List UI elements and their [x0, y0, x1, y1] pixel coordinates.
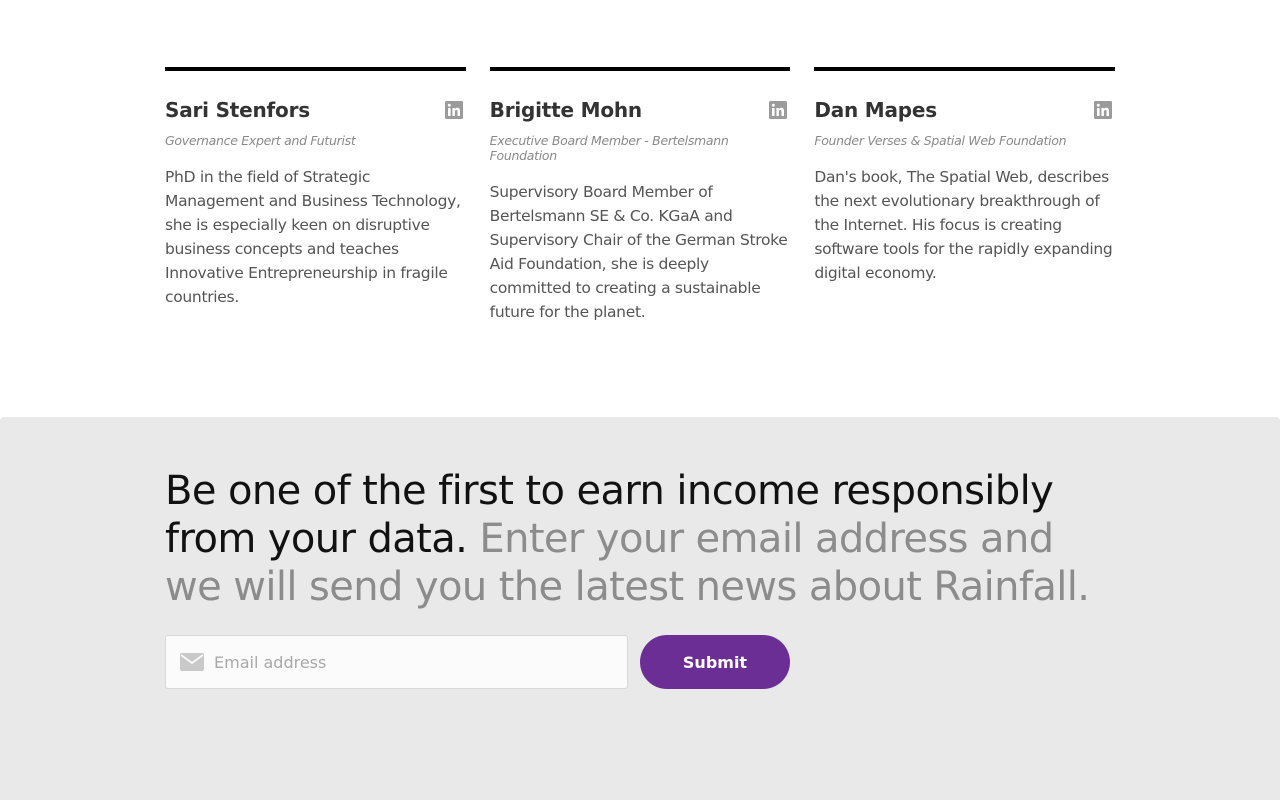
- member-header: Sari Stenfors: [165, 98, 466, 122]
- member-role: Governance Expert and Futurist: [165, 133, 356, 148]
- member-name: Dan Mapes: [814, 98, 937, 122]
- newsletter-signup-section: Be one of the first to earn income respo…: [0, 417, 1280, 800]
- submit-button[interactable]: Submit: [640, 635, 790, 689]
- member-header: Dan Mapes: [814, 98, 1115, 122]
- member-bio: PhD in the field of Strategic Management…: [165, 168, 461, 306]
- team-section: Sari Stenfors Governance Expert and Futu…: [0, 0, 1280, 417]
- linkedin-icon[interactable]: [1093, 101, 1112, 119]
- linkedin-icon[interactable]: [444, 101, 463, 119]
- envelope-icon: [180, 653, 204, 671]
- email-input-wrapper: [165, 635, 628, 689]
- email-field[interactable]: [214, 636, 614, 688]
- member-name: Brigitte Mohn: [489, 98, 643, 122]
- member-name: Sari Stenfors: [165, 98, 310, 122]
- member-bio: Supervisory Board Member of Bertelsmann …: [489, 183, 788, 321]
- signup-form: Submit: [165, 635, 790, 689]
- team-member-card: Sari Stenfors Governance Expert and Futu…: [165, 67, 466, 324]
- team-member-card: Brigitte Mohn Executive Board Member - B…: [489, 67, 791, 324]
- team-member-card: Dan Mapes Founder Verses & Spatial Web F…: [814, 67, 1115, 324]
- member-role: Founder Verses & Spatial Web Foundation: [814, 133, 1067, 148]
- member-bio: Dan's book, The Spatial Web, describes t…: [814, 168, 1113, 282]
- member-role: Executive Board Member - Bertelsmann Fou…: [489, 133, 729, 163]
- member-header: Brigitte Mohn: [490, 98, 791, 122]
- signup-heading: Be one of the first to earn income respo…: [165, 467, 1115, 611]
- linkedin-icon[interactable]: [769, 101, 788, 119]
- team-grid: Sari Stenfors Governance Expert and Futu…: [165, 67, 1115, 324]
